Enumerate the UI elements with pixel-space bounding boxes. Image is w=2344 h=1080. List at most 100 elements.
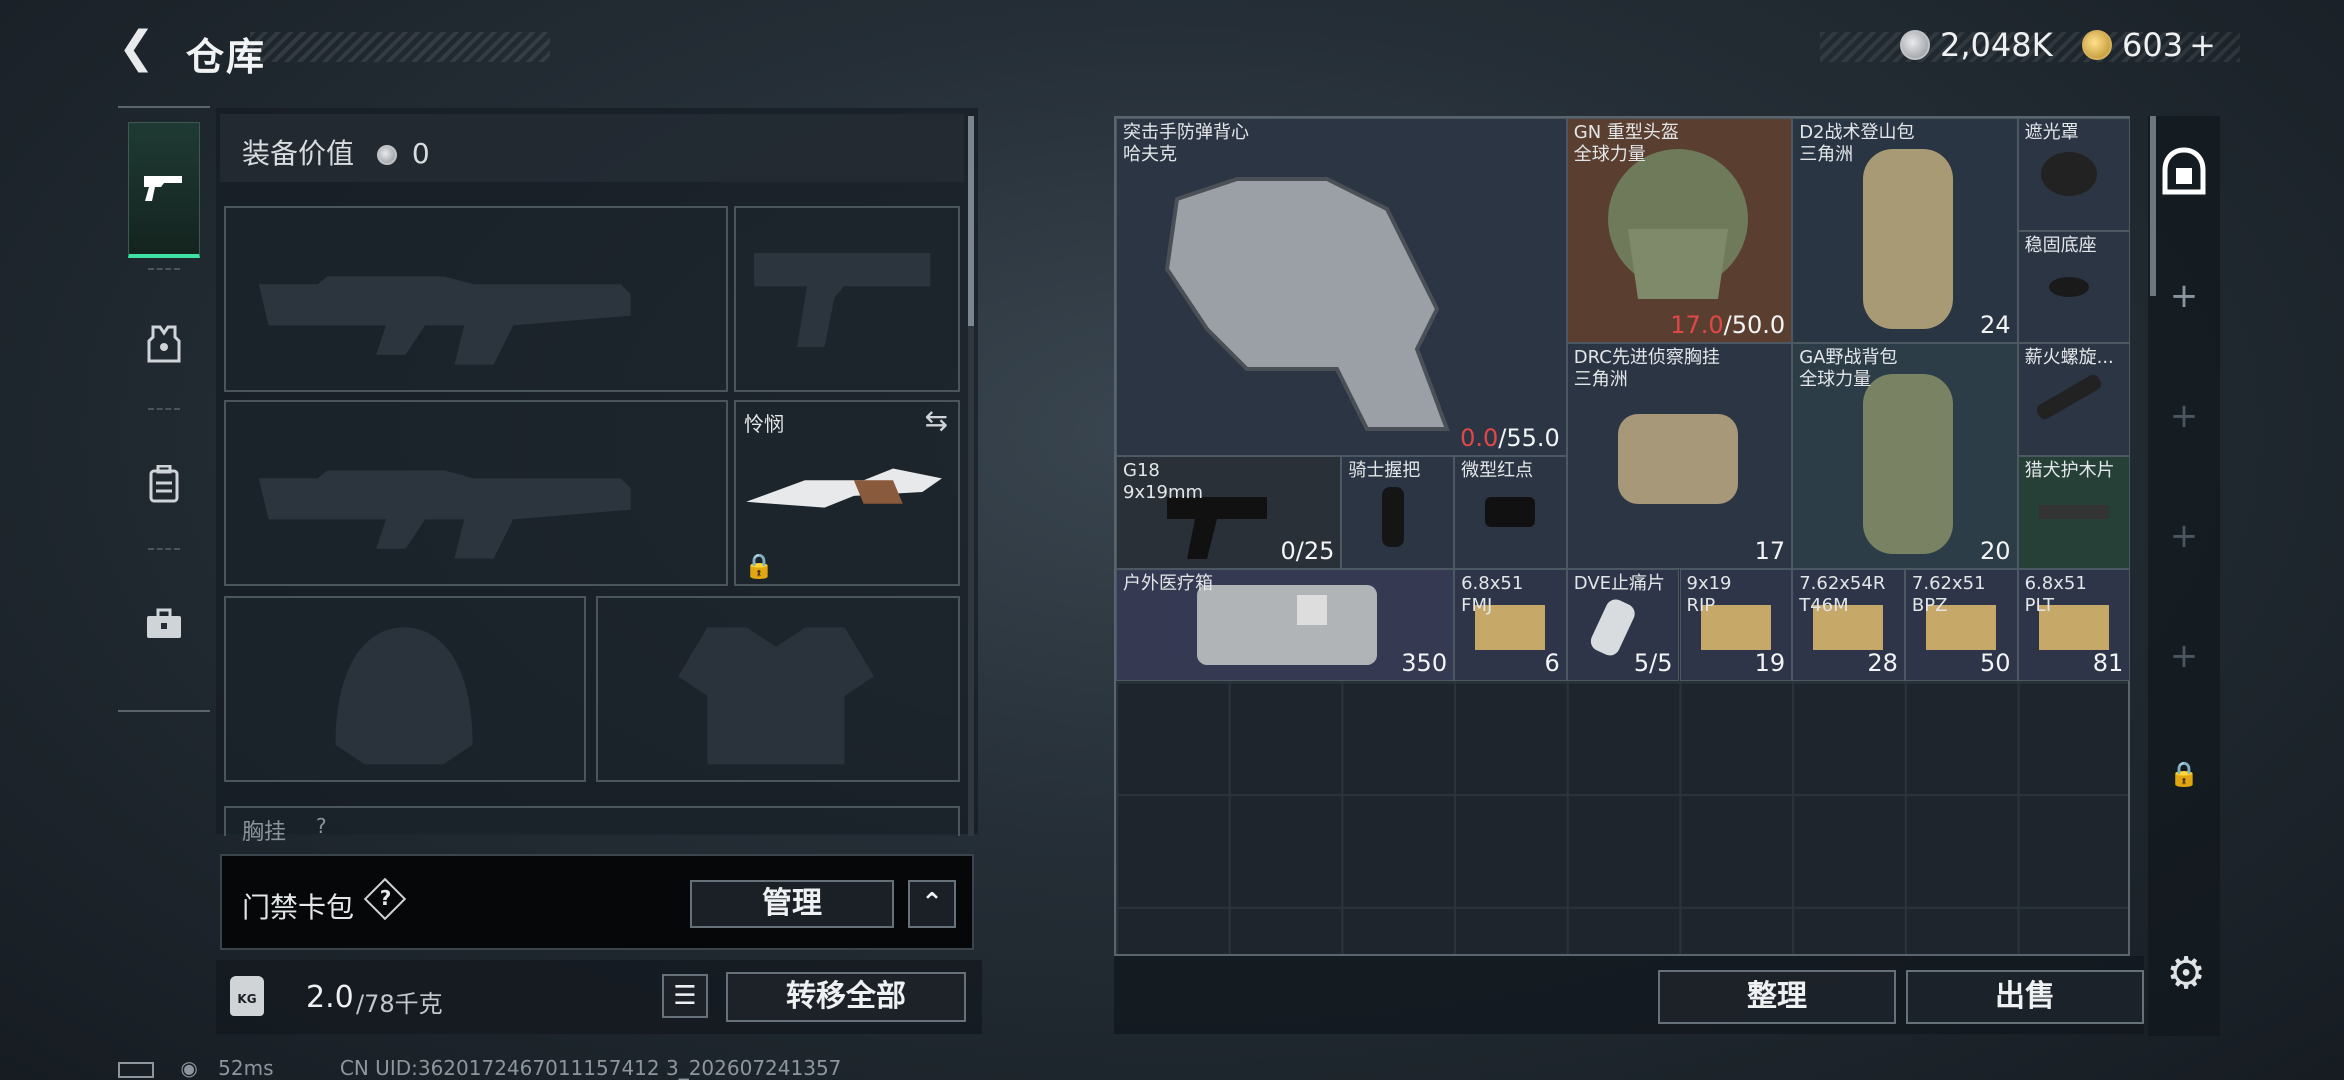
item-count: 5/5 <box>1634 649 1673 677</box>
stash-item[interactable]: 稳固底座 <box>2017 230 2131 344</box>
add-stash-page-button[interactable]: + <box>2148 396 2220 436</box>
stash-item[interactable]: 猎犬护木片 <box>2017 456 2131 569</box>
pistol-silhouette-icon <box>754 253 931 347</box>
item-count: 0/25 <box>1280 537 1334 565</box>
loadout-scrollbar-thumb[interactable] <box>968 116 974 326</box>
rifle-silhouette-icon <box>258 470 631 559</box>
settings-button[interactable]: ⚙ <box>2150 948 2222 999</box>
status-bar: ◉ 52ms CN UID:3620172467011157412 3_2026… <box>118 1056 841 1080</box>
help-icon[interactable]: ? <box>316 814 327 838</box>
ping-value: 52ms <box>218 1056 274 1080</box>
item-count-value: 6 <box>1544 649 1560 678</box>
equipment-value-bar: 装备价值 0 <box>220 114 964 182</box>
item-count: 17.0/50.0 <box>1670 311 1785 339</box>
item-name: GN 重型头盔 全球力量 <box>1573 122 1679 165</box>
item-count-value: 24 <box>1980 311 2011 340</box>
item-count: 0.0/55.0 <box>1460 424 1560 452</box>
item-name: 户外医疗箱 <box>1123 572 1213 594</box>
transfer-all-button[interactable]: 转移全部 <box>726 972 966 1022</box>
list-view-button[interactable]: ☰ <box>662 974 708 1018</box>
item-image <box>1164 176 1450 431</box>
stash-item[interactable]: GN 重型头盔 全球力量 17.0/50.0 <box>1566 118 1793 344</box>
item-count-value: /55.0 <box>1498 424 1560 453</box>
stash-item[interactable]: 6.8x51 PLT 81 <box>2017 568 2131 682</box>
stash-item[interactable]: DVE止痛片 5/5 <box>1566 568 1680 682</box>
gold-amount: 603 <box>2122 26 2184 64</box>
stash-item[interactable]: 9x19 RIP 19 <box>1679 568 1793 682</box>
add-stash-page-button[interactable]: + <box>2148 276 2220 316</box>
item-name: DRC先进侦察胸挂 三角洲 <box>1573 347 1720 391</box>
item-count-value: 28 <box>1867 649 1898 678</box>
equipment-value-label: 装备价值 <box>242 137 355 170</box>
lock-icon: 🔒 <box>744 552 774 580</box>
equipment-value: 0 <box>411 137 430 170</box>
item-name: G18 9x19mm <box>1123 460 1204 504</box>
lock-icon: 🔒 <box>2169 760 2199 788</box>
gold-add-button[interactable]: + <box>2189 26 2216 64</box>
stash-item[interactable]: 7.62x54R T46M 28 <box>1792 568 1905 682</box>
uid-text: CN UID:3620172467011157412 3_20260724135… <box>339 1056 842 1080</box>
tab-armor[interactable] <box>128 276 200 412</box>
keycard-label: 门禁卡包 <box>242 891 355 924</box>
stash-item[interactable]: GA野战背包 全球力量 20 <box>1792 343 2018 569</box>
stash-page-main[interactable] <box>2148 146 2220 205</box>
item-count-value: 20 <box>1980 536 2011 565</box>
gear-icon: ⚙ <box>2166 948 2206 999</box>
rifle-silhouette-icon <box>258 276 631 365</box>
help-button[interactable]: ? <box>363 877 407 921</box>
helmet-slot[interactable] <box>224 596 586 782</box>
armor-slot[interactable] <box>596 596 960 782</box>
item-count-value: 81 <box>2092 649 2124 678</box>
tab-toolbox[interactable] <box>128 556 200 692</box>
stash-item[interactable]: G18 9x19mm 0/25 <box>1116 456 1342 569</box>
item-name: D2战术登山包 三角洲 <box>1799 122 1915 165</box>
currency-silver[interactable]: 2,048K <box>1900 26 2053 64</box>
silver-amount: 2,048K <box>1940 26 2053 64</box>
tab-firearm[interactable] <box>128 122 200 258</box>
item-durability: 17.0 <box>1670 311 1724 340</box>
pistol-icon <box>144 175 182 201</box>
weight-max: /78千克 <box>356 990 443 1018</box>
tab-backpack[interactable] <box>128 416 200 552</box>
item-count: 28 <box>1867 649 1898 677</box>
stash-item[interactable]: DRC先进侦察胸挂 三角洲 17 <box>1566 343 1793 569</box>
secondary-weapon-slot[interactable] <box>734 206 960 392</box>
stash-item[interactable]: 骑士握把 <box>1341 456 1455 569</box>
item-count-value: /50.0 <box>1723 311 1786 340</box>
backpack-icon <box>149 465 179 503</box>
add-stash-page-button[interactable]: + <box>2148 636 2220 676</box>
primary-weapon-slot[interactable] <box>224 206 728 392</box>
collapse-button[interactable]: ⌃ <box>908 880 956 928</box>
stash-item[interactable]: 户外医疗箱 350 <box>1116 568 1455 682</box>
backup-weapon-slot[interactable] <box>224 400 728 586</box>
sell-button[interactable]: 出售 <box>1906 970 2144 1024</box>
stash-item[interactable]: 遮光罩 <box>2017 118 2131 231</box>
melee-slot[interactable]: 怜悯 ⇆ 🔒 <box>734 400 960 586</box>
keycard-panel: 门禁卡包 ? 管理 ⌃ <box>220 854 974 950</box>
currency-gold[interactable]: 603 + <box>2082 26 2216 64</box>
item-count: 350 <box>1401 649 1447 677</box>
silver-coin-icon <box>1900 30 1930 60</box>
stash-item[interactable]: 薪火螺旋... <box>2017 343 2131 457</box>
chevron-left-icon: ❮ <box>118 22 155 73</box>
sort-button[interactable]: 整理 <box>1658 970 1896 1024</box>
stash-item[interactable]: 6.8x51 FMJ 6 <box>1454 568 1567 682</box>
stash-scrollbar-thumb[interactable] <box>2150 116 2156 296</box>
stash-item[interactable]: D2战术登山包 三角洲 24 <box>1792 118 2018 344</box>
chevron-up-icon: ⌃ <box>921 888 943 918</box>
header-stripe <box>250 32 550 62</box>
item-name: 突击手防弹背心 哈夫克 <box>1123 122 1249 165</box>
stash-item[interactable]: 7.62x51 BPZ 50 <box>1904 568 2018 682</box>
stash-item[interactable]: 突击手防弹背心 哈夫克 0.0/55.0 <box>1116 118 1567 457</box>
item-count-value: 19 <box>1754 649 1786 678</box>
item-count-value: 5/5 <box>1633 649 1673 678</box>
back-button[interactable]: ❮ <box>118 24 158 72</box>
manage-button[interactable]: 管理 <box>690 880 894 928</box>
item-name: GA野战背包 全球力量 <box>1799 347 1898 391</box>
stash-item[interactable]: 微型红点 <box>1454 456 1567 569</box>
item-count: 6 <box>1545 649 1560 677</box>
item-count-value: 17 <box>1754 536 1786 565</box>
item-count: 20 <box>1980 537 2011 565</box>
add-stash-page-button[interactable]: + <box>2148 516 2220 556</box>
item-name: 6.8x51 FMJ <box>1461 572 1524 616</box>
